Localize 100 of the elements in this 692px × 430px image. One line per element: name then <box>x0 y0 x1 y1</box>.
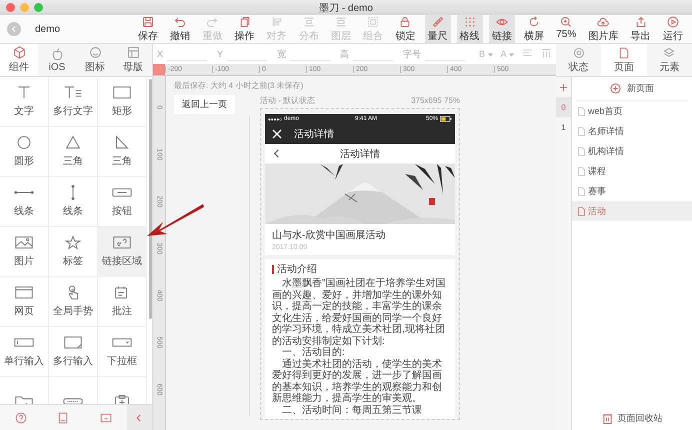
component-item[interactable]: 多行输入 <box>49 327 98 377</box>
artboard-size: 375x695 75% <box>411 96 460 104</box>
page-title: 活动详情 <box>339 148 381 160</box>
component-item[interactable]: 矩形 <box>98 77 147 127</box>
component-item[interactable]: 多行文字 <box>49 77 98 127</box>
close-icon[interactable] <box>272 129 282 139</box>
paragraph: 二、活动时间：每周五第三节课 <box>281 404 423 416</box>
paragraph: 一、活动目的: <box>281 347 346 358</box>
textarea-icon <box>62 335 84 350</box>
rectangle-icon <box>111 85 133 100</box>
component-item[interactable]: 网页 <box>0 277 49 327</box>
component-item[interactable]: 下拉框 <box>98 327 147 377</box>
panel-tab[interactable]: 页面 <box>601 44 647 76</box>
gallery-button[interactable]: 图片库 <box>585 14 622 44</box>
page-icon <box>578 106 585 116</box>
apple-icon <box>50 48 64 60</box>
undo-icon <box>174 16 186 28</box>
page-trash-button[interactable]: 页面回收站 <box>572 406 692 430</box>
grid-button[interactable]: 格线 <box>456 14 483 44</box>
panel-tab[interactable]: 母版 <box>114 44 152 76</box>
component-item[interactable]: 三角 <box>98 127 147 177</box>
redo-icon <box>206 16 218 28</box>
lock-button[interactable]: 锁定 <box>392 14 418 44</box>
component-item[interactable]: 链接区域 <box>98 227 147 277</box>
artboard-label: 活动 - 默认状态 <box>260 94 316 106</box>
panel-tab[interactable]: 组件 <box>0 44 38 76</box>
star-icon <box>62 235 84 250</box>
caret-down-icon <box>508 53 514 57</box>
layout-icon <box>126 46 140 59</box>
battery-icon <box>440 116 452 122</box>
ruler-corner <box>153 64 165 75</box>
component-item[interactable]: 单行输入 <box>0 327 49 377</box>
run-button[interactable]: 运行 <box>660 14 686 44</box>
smiley-icon <box>88 46 102 59</box>
page-item[interactable]: 赛事 <box>572 181 692 201</box>
page-icon <box>578 146 585 156</box>
align-icon <box>522 48 533 58</box>
spacing-dropdown[interactable] <box>540 48 552 60</box>
section-marker <box>272 264 274 274</box>
undo-button[interactable]: 撤销 <box>167 14 194 44</box>
minimize-window-button[interactable] <box>20 3 29 12</box>
image-icon <box>13 235 35 250</box>
multiline-text-icon <box>62 85 84 100</box>
add-circle-icon <box>610 83 621 94</box>
component-item[interactable]: 线条 <box>49 177 98 227</box>
screen-icon <box>100 412 112 424</box>
zoom-window-button[interactable] <box>34 3 43 12</box>
spacing-icon <box>540 48 552 58</box>
property-label: 高 <box>340 48 350 60</box>
state-item[interactable]: 1 <box>556 117 571 137</box>
zoom-in-icon <box>560 16 572 28</box>
component-item[interactable]: 三角 <box>49 127 98 177</box>
save-status: 最后保存: 大约 4 小时之前(3 未保存) <box>174 80 304 92</box>
close-window-button[interactable] <box>6 3 15 12</box>
distribute-icon <box>302 16 315 28</box>
new-page-button[interactable]: 新页面 <box>576 77 688 101</box>
grid-icon <box>464 16 476 28</box>
chevron-left-icon <box>10 25 18 33</box>
page-icon <box>578 166 585 176</box>
browser-icon <box>13 285 35 300</box>
panel-tab[interactable]: 状态 <box>556 44 602 76</box>
component-item[interactable]: 全局手势 <box>49 277 98 327</box>
scrollbar[interactable] <box>149 79 152 319</box>
cube-icon <box>12 46 26 59</box>
component-item[interactable]: 圆形 <box>0 127 49 177</box>
panel-tab[interactable]: 元素 <box>646 44 692 76</box>
link-button[interactable]: 链接 <box>488 14 515 44</box>
article-title: 山与水-欣赏中国画展活动 <box>272 228 386 242</box>
property-label: X <box>157 49 164 59</box>
ruler-button[interactable]: 量尺 <box>424 14 451 44</box>
page-item[interactable]: web首页 <box>572 101 692 121</box>
chevron-left-icon[interactable] <box>272 149 281 158</box>
signal-icon <box>268 118 282 120</box>
rotate-icon <box>528 16 540 28</box>
save-button[interactable]: 保存 <box>135 14 161 44</box>
page-item[interactable]: 机构详情 <box>572 141 692 161</box>
nav-title: 活动详情 <box>294 128 334 141</box>
target-icon <box>572 46 585 58</box>
back-button[interactable] <box>7 22 21 36</box>
paragraph: 通过美术社团的活动，使学生的美术爱好得到更好的发展，进一步了解国画的基本知识，培养学生的观察能力和创新思维能力，提高学生的审美观。 <box>272 358 443 404</box>
section-title: 活动介绍 <box>277 263 317 276</box>
zoom-button[interactable]: 75% <box>553 14 580 44</box>
page-item[interactable]: 名师详情 <box>572 121 692 141</box>
link-icon <box>111 235 133 250</box>
document-icon <box>57 412 70 424</box>
component-item[interactable]: 文字 <box>0 77 49 127</box>
rotate-button[interactable]: 横屏 <box>521 14 548 44</box>
help-icon <box>15 412 28 424</box>
actions-button[interactable]: 操作 <box>232 14 258 44</box>
window-title: 墨刀 - demo <box>319 2 373 14</box>
export-button[interactable]: 导出 <box>628 14 654 44</box>
vertical-line-icon <box>70 185 76 200</box>
property-label: 字号 <box>403 48 422 60</box>
panel-tab[interactable]: iOS <box>38 44 76 76</box>
back-page-button[interactable]: 返回上一页 <box>174 95 235 114</box>
component-item[interactable]: 线条 <box>0 177 49 227</box>
component-item[interactable]: 图片 <box>0 227 49 277</box>
page-item[interactable]: 课程 <box>572 161 692 181</box>
component-item[interactable]: 批注 <box>98 277 147 327</box>
panel-tab[interactable]: 图标 <box>76 44 114 76</box>
